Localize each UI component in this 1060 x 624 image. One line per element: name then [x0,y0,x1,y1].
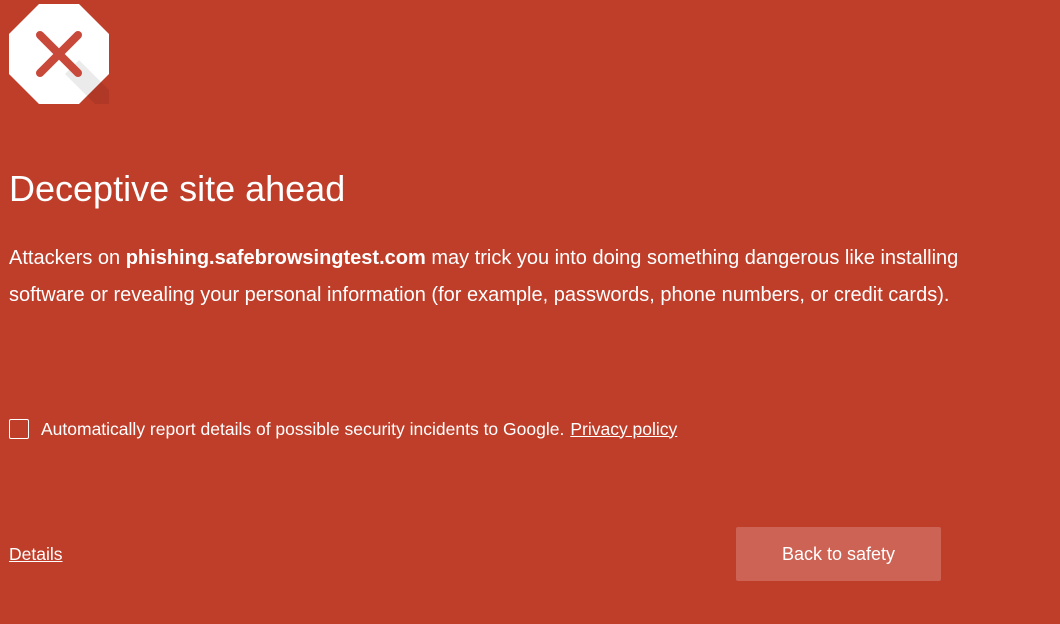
warning-message: Attackers on phishing.safebrowsingtest.c… [9,240,1009,313]
report-option: Automatically report details of possible… [9,416,677,442]
report-checkbox[interactable] [9,419,29,439]
warning-octagon-x-icon-graphic [9,4,109,104]
report-label: Automatically report details of possible… [41,418,565,439]
back-to-safety-button[interactable]: Back to safety [736,527,941,581]
warning-octagon-x-icon [9,4,109,104]
details-link[interactable]: Details [9,542,63,566]
page-title: Deceptive site ahead [9,168,346,209]
site-domain: phishing.safebrowsingtest.com [125,247,426,269]
warning-message-prefix: Attackers on [9,247,126,269]
privacy-policy-link[interactable]: Privacy policy [570,419,677,440]
